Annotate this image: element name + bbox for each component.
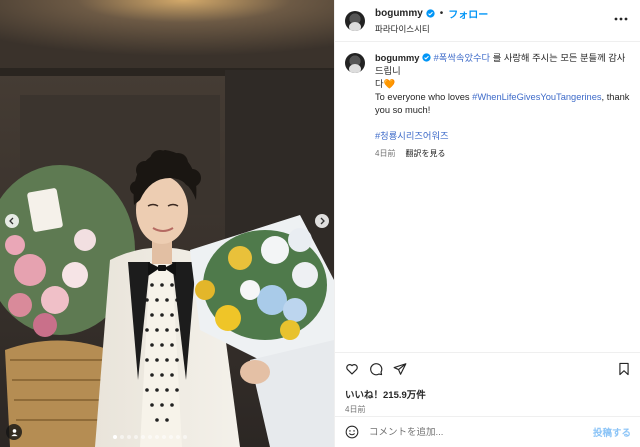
carousel-dot xyxy=(141,435,145,439)
caption-line-tag: #청룡시리즈어워즈 xyxy=(375,130,630,143)
bookmark-icon[interactable] xyxy=(617,362,631,376)
carousel-dot xyxy=(169,435,173,439)
header-row: bogummy • フォロー xyxy=(375,6,488,21)
post-photo xyxy=(0,0,334,447)
caption-text: , thank xyxy=(601,92,630,102)
header-text: bogummy • フォロー 파라다이스시티 xyxy=(375,6,488,35)
action-bar: いいね！215.9万件 4日前 xyxy=(335,352,640,415)
carousel-dot xyxy=(127,435,131,439)
comment-input[interactable] xyxy=(369,426,589,438)
post-header: bogummy • フォロー 파라다이스시티 xyxy=(335,0,640,42)
hashtag-link[interactable]: #청룡시리즈어워즈 xyxy=(375,131,449,141)
carousel-dot xyxy=(162,435,166,439)
username-link[interactable]: bogummy xyxy=(375,8,423,19)
more-options-icon[interactable] xyxy=(614,17,628,21)
caption-username[interactable]: bogummy xyxy=(375,53,419,63)
heart-icon[interactable] xyxy=(345,362,359,376)
carousel-indicator xyxy=(113,435,187,439)
post-media[interactable] xyxy=(0,0,334,447)
caption-line-kr: bogummy #폭싹속았수다 를 사랑해 주시는 모든 분들께 감사드립니 다… xyxy=(375,52,630,91)
location-link[interactable]: 파라다이스시티 xyxy=(375,23,488,35)
chevron-right-icon xyxy=(320,217,325,225)
hashtag-link[interactable]: #폭싹속았수다 xyxy=(434,53,491,63)
caption-text: To everyone who loves xyxy=(375,92,473,102)
follow-button[interactable]: フォロー xyxy=(448,6,488,21)
avatar[interactable] xyxy=(345,10,365,31)
caption-text: 다 xyxy=(375,79,384,89)
caption-text: you so much! xyxy=(375,105,431,115)
hashtag-link[interactable]: #WhenLifeGivesYouTangerines xyxy=(472,92,601,102)
chevron-left-icon xyxy=(9,217,14,225)
post-date: 4日前 xyxy=(345,405,366,414)
action-icons xyxy=(345,361,631,377)
caption-body: bogummy #폭싹속았수다 를 사랑해 주시는 모든 분들께 감사드립니 다… xyxy=(375,52,630,160)
comment-icon[interactable] xyxy=(369,362,383,376)
like-count[interactable]: いいね！215.9万件 xyxy=(345,387,631,401)
carousel-prev-button[interactable] xyxy=(5,214,19,228)
carousel-dot xyxy=(120,435,124,439)
caption-timestamp: 4日前 xyxy=(375,149,396,158)
tagged-users-button[interactable] xyxy=(6,424,22,440)
caption-meta: 4日前 翻訳を見る xyxy=(375,147,630,160)
verified-badge-icon xyxy=(426,9,435,18)
emoji-icon[interactable] xyxy=(345,425,359,439)
carousel-dot xyxy=(176,435,180,439)
post-caption: bogummy #폭싹속았수다 를 사랑해 주시는 모든 분들께 감사드립니 다… xyxy=(335,42,640,160)
carousel-dot xyxy=(183,435,187,439)
separator-dot: • xyxy=(439,8,444,19)
share-icon[interactable] xyxy=(393,362,407,376)
verified-badge-icon xyxy=(422,53,431,62)
carousel-dot xyxy=(155,435,159,439)
orange-heart-emoji: 🧡 xyxy=(383,79,396,89)
carousel-next-button[interactable] xyxy=(315,214,329,228)
instagram-post-modal: bogummy • フォロー 파라다이스시티 bogummy #폭싹속았수다 를… xyxy=(0,0,640,447)
carousel-dot xyxy=(113,435,117,439)
caption-avatar[interactable] xyxy=(345,53,365,73)
caption-line-en: To everyone who loves #WhenLifeGivesYouT… xyxy=(375,91,630,117)
post-comment-button[interactable]: 投稿する xyxy=(593,425,631,439)
carousel-dot xyxy=(134,435,138,439)
comment-bar: 投稿する xyxy=(335,416,640,447)
post-sidebar: bogummy • フォロー 파라다이스시티 bogummy #폭싹속았수다 를… xyxy=(334,0,640,447)
user-tag-icon xyxy=(10,428,18,436)
translate-link[interactable]: 翻訳を見る xyxy=(405,147,445,160)
carousel-dot xyxy=(148,435,152,439)
